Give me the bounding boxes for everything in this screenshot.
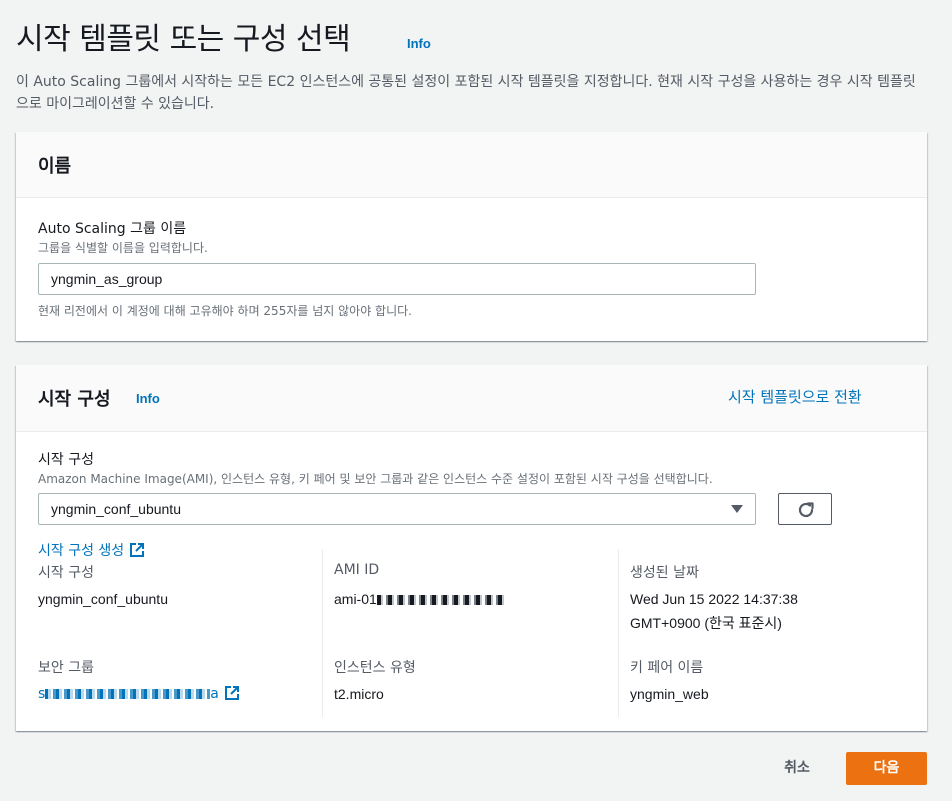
group-name-constraint: 현재 리전에서 이 계정에 대해 고유해야 하며 255자를 넘지 않아야 합니… (38, 304, 412, 318)
redacted-security-group (45, 689, 211, 699)
details-divider-2 (618, 549, 619, 717)
page-title: 시작 템플릿 또는 구성 선택 (16, 22, 351, 57)
detail-keypair-label: 키 페어 이름 (630, 660, 704, 676)
refresh-icon (798, 502, 814, 518)
detail-sg-label: 보안 그룹 (38, 660, 94, 676)
external-link-icon (130, 543, 145, 557)
ami-id-visible-part: ami-01 (334, 591, 377, 607)
next-button[interactable]: 다음 (846, 752, 927, 785)
refresh-button[interactable] (778, 493, 832, 525)
launch-config-title: 시작 구성 (38, 389, 111, 410)
external-link-icon (224, 686, 239, 700)
name-section-header: 이름 (16, 132, 927, 198)
detail-created-label: 생성된 날짜 (630, 565, 699, 581)
details-divider-1 (322, 549, 323, 717)
name-section: 이름 Auto Scaling 그룹 이름 그룹을 식별할 이름을 입력합니다.… (16, 132, 927, 341)
launch-config-select[interactable]: yngmin_conf_ubuntu (38, 493, 756, 525)
redacted-ami-id (376, 595, 507, 605)
detail-config-value: yngmin_conf_ubuntu (38, 591, 168, 607)
detail-instance-type-label: 인스턴스 유형 (334, 660, 416, 676)
name-section-title: 이름 (38, 156, 72, 177)
switch-to-template-link[interactable]: 시작 템플릿으로 전환 (728, 386, 862, 407)
launch-config-selected-value: yngmin_conf_ubuntu (51, 501, 181, 517)
launch-config-field-hint: Amazon Machine Image(AMI), 인스턴스 유형, 키 페어… (38, 472, 713, 486)
detail-keypair-value: yngmin_web (630, 686, 709, 702)
detail-config-label: 시작 구성 (38, 565, 94, 581)
group-name-hint: 그룹을 식별할 이름을 입력합니다. (38, 241, 208, 255)
detail-created-line1: Wed Jun 15 2022 14:37:38 (630, 591, 798, 607)
launch-config-header: 시작 구성 Info 시작 템플릿으로 전환 (16, 365, 927, 432)
detail-created-line2: GMT+0900 (한국 표준시) (630, 615, 782, 631)
group-name-input[interactable]: yngmin_as_group (38, 263, 756, 295)
security-group-link[interactable]: sa (38, 685, 240, 702)
sg-visible-end: a (210, 686, 219, 702)
create-launch-config-label: 시작 구성 생성 (38, 543, 125, 559)
create-launch-config-link[interactable]: 시작 구성 생성 (38, 540, 145, 560)
cancel-button[interactable]: 취소 (768, 752, 826, 784)
launch-config-section: 시작 구성 Info 시작 템플릿으로 전환 시작 구성 Amazon Mach… (16, 365, 927, 731)
sg-visible-start: s (38, 686, 46, 702)
launch-config-field-label: 시작 구성 (38, 452, 94, 468)
launch-config-info-link[interactable]: Info (136, 391, 160, 406)
group-name-label: Auto Scaling 그룹 이름 (38, 221, 187, 237)
chevron-down-icon (731, 505, 743, 513)
detail-instance-type-value: t2.micro (334, 686, 384, 702)
detail-ami-value: ami-01 (334, 591, 507, 607)
detail-ami-label: AMI ID (334, 562, 380, 578)
page-description: 이 Auto Scaling 그룹에서 시작하는 모든 EC2 인스턴스에 공통… (16, 74, 916, 112)
page-info-link[interactable]: Info (407, 36, 431, 51)
